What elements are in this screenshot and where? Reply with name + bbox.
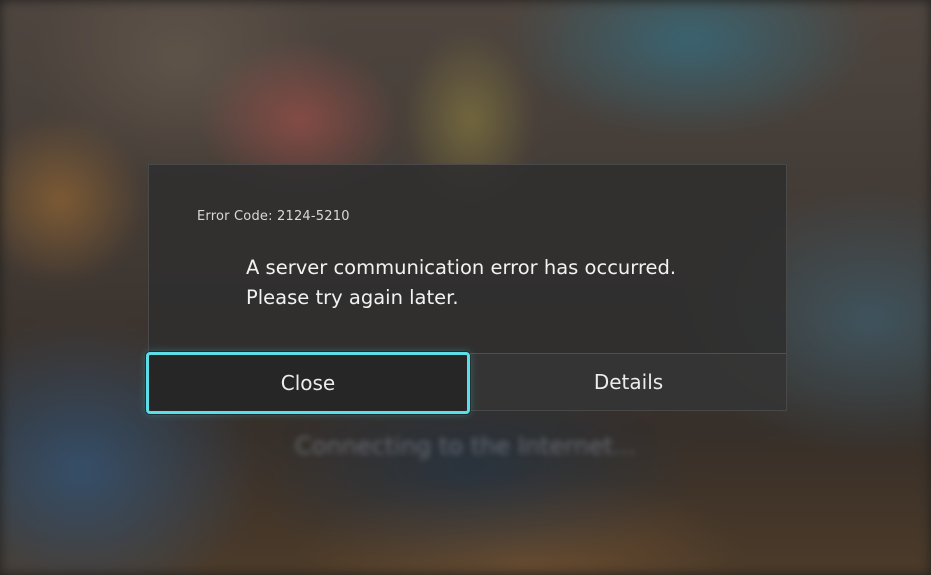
error-dialog: Error Code: 2124-5210 A server communica…	[146, 164, 787, 414]
screen: Connecting to the Internet... Error Code…	[0, 0, 931, 575]
details-button-label: Details	[593, 370, 664, 394]
close-button[interactable]: Close	[146, 352, 470, 414]
error-message: A server communication error has occurre…	[246, 253, 676, 313]
error-message-line-1: A server communication error has occurre…	[246, 256, 677, 279]
error-message-line-2: Please try again later.	[246, 286, 459, 309]
details-button[interactable]: Details	[470, 354, 786, 410]
error-code-label: Error Code: 2124-5210	[197, 209, 350, 224]
dialog-button-row: Details Close	[146, 352, 786, 414]
background-status-text: Connecting to the Internet...	[295, 432, 636, 460]
close-button-label: Close	[280, 371, 336, 395]
